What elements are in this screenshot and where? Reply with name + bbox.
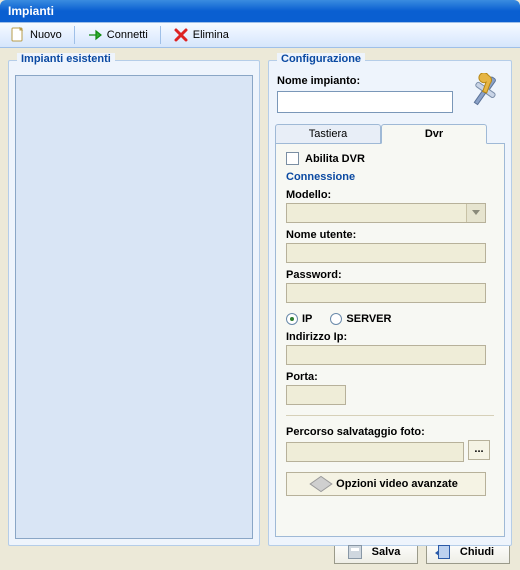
radio-server[interactable]: SERVER: [330, 313, 391, 325]
abilita-dvr-label: Abilita DVR: [305, 153, 365, 165]
delete-icon: [173, 27, 189, 43]
configurazione-title: Configurazione: [277, 53, 365, 65]
modello-combobox[interactable]: [286, 203, 486, 223]
checkbox-icon: [286, 152, 299, 165]
tab-page-dvr: Abilita DVR Connessione Modello: Nome ut…: [275, 143, 505, 537]
nome-impianto-input[interactable]: [277, 91, 453, 113]
percorso-foto-row: ...: [286, 440, 494, 462]
radio-icon: [286, 313, 298, 325]
configurazione-group: Configurazione Nome impianto: Tastiera D…: [268, 60, 512, 546]
connection-type-radio-group: IP SERVER: [286, 313, 494, 325]
toolbar-separator: [74, 26, 75, 44]
opzioni-video-label: Opzioni video avanzate: [336, 478, 458, 490]
impianti-listbox[interactable]: [15, 75, 253, 539]
new-icon: [10, 27, 26, 43]
browse-label: ...: [474, 443, 483, 455]
password-input[interactable]: [286, 283, 486, 303]
browse-button[interactable]: ...: [468, 440, 490, 460]
tab-tastiera-label: Tastiera: [309, 128, 348, 140]
impianti-esistenti-group: Impianti esistenti: [8, 60, 260, 546]
toolbar-nuovo-button[interactable]: Nuovo: [4, 25, 68, 45]
salva-label: Salva: [372, 546, 401, 558]
toolbar-elimina-label: Elimina: [193, 29, 229, 41]
percorso-foto-label: Percorso salvataggio foto:: [286, 426, 494, 438]
connessione-fields: Modello: Nome utente: Password: IP SERVE…: [286, 189, 494, 405]
radio-ip[interactable]: IP: [286, 313, 312, 325]
toolbar-elimina-button[interactable]: Elimina: [167, 25, 235, 45]
connect-icon: [87, 27, 103, 43]
cube-icon: [310, 476, 333, 492]
modello-label: Modello:: [286, 189, 494, 201]
connessione-title: Connessione: [286, 171, 494, 183]
tab-dvr[interactable]: Dvr: [381, 124, 487, 144]
save-icon: [348, 545, 362, 559]
abilita-dvr-checkbox[interactable]: Abilita DVR: [286, 152, 494, 165]
nome-utente-label: Nome utente:: [286, 229, 494, 241]
toolbar-connetti-label: Connetti: [107, 29, 148, 41]
tab-strip: Tastiera Dvr: [275, 123, 505, 143]
indirizzo-ip-input[interactable]: [286, 345, 486, 365]
settings-icon: [465, 73, 503, 111]
content-area: Impianti esistenti Configurazione Nome i…: [0, 48, 520, 534]
toolbar: Nuovo Connetti Elimina: [0, 22, 520, 48]
radio-ip-label: IP: [302, 313, 312, 325]
toolbar-separator: [160, 26, 161, 44]
chevron-down-icon: [472, 210, 480, 215]
exit-icon: [438, 545, 450, 559]
chiudi-label: Chiudi: [460, 546, 494, 558]
window-title: Impianti: [8, 4, 54, 18]
impianti-esistenti-title: Impianti esistenti: [17, 53, 115, 65]
tab-tastiera[interactable]: Tastiera: [275, 124, 381, 144]
opzioni-video-avanzate-button[interactable]: Opzioni video avanzate: [286, 472, 486, 496]
radio-icon: [330, 313, 342, 325]
toolbar-connetti-button[interactable]: Connetti: [81, 25, 154, 45]
indirizzo-ip-label: Indirizzo Ip:: [286, 331, 494, 343]
window-titlebar: Impianti: [0, 0, 520, 22]
divider: [286, 415, 494, 416]
porta-input[interactable]: [286, 385, 346, 405]
percorso-foto-input[interactable]: [286, 442, 464, 462]
nome-utente-input[interactable]: [286, 243, 486, 263]
tab-dvr-label: Dvr: [425, 128, 443, 140]
nome-impianto-label: Nome impianto:: [277, 75, 360, 87]
toolbar-nuovo-label: Nuovo: [30, 29, 62, 41]
radio-server-label: SERVER: [346, 313, 391, 325]
porta-label: Porta:: [286, 371, 494, 383]
password-label: Password:: [286, 269, 494, 281]
